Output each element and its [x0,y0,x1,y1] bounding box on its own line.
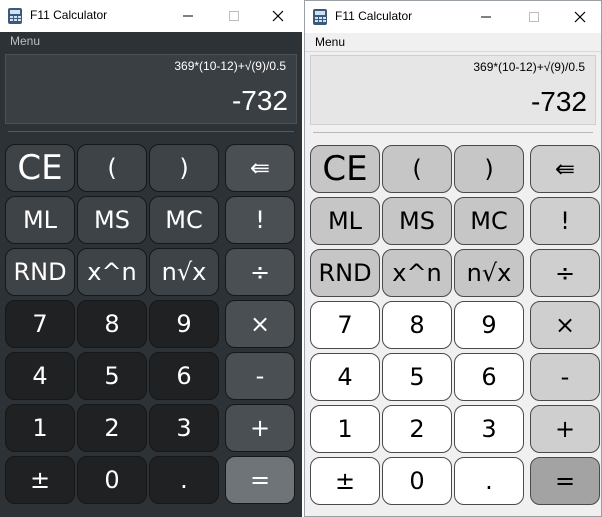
memory-clear-button[interactable]: MC [454,197,524,245]
multiply-button[interactable]: × [530,301,600,349]
digit-8-button[interactable]: 8 [382,301,452,349]
close-button[interactable] [557,1,601,33]
digit-6-button[interactable]: 6 [454,353,524,401]
add-button[interactable]: + [530,405,600,453]
clear-entry-button[interactable]: CE [310,145,380,193]
display-panel: 369*(10-12)+√(9)/0.5 -732 [310,55,596,125]
decimal-point-button[interactable]: . [149,456,219,504]
maximize-button[interactable] [511,1,557,33]
digit-3-button[interactable]: 3 [454,405,524,453]
sign-toggle-button[interactable]: ± [5,456,75,504]
digit-1-button[interactable]: 1 [310,405,380,453]
backspace-button[interactable]: ⇚ [225,144,295,192]
close-icon [574,11,586,23]
calculator-icon [8,8,22,24]
memory-load-button[interactable]: ML [310,197,380,245]
random-button[interactable]: RND [310,249,380,297]
divider [313,132,593,133]
close-icon [272,10,284,22]
divide-button[interactable]: ÷ [530,249,600,297]
minimize-icon [183,15,193,17]
memory-load-button[interactable]: ML [5,196,75,244]
minimize-icon [481,16,491,18]
backspace-button[interactable]: ⇚ [530,145,600,193]
digit-5-button[interactable]: 5 [382,353,452,401]
digit-8-button[interactable]: 8 [77,300,147,348]
title-bar[interactable]: F11 Calculator [0,0,302,32]
memory-store-button[interactable]: MS [382,197,452,245]
digit-9-button[interactable]: 9 [149,300,219,348]
add-button[interactable]: + [225,404,295,452]
window-title: F11 Calculator [335,9,413,23]
digit-6-button[interactable]: 6 [149,352,219,400]
close-button[interactable] [255,0,301,32]
calculator-icon [313,9,327,25]
digit-0-button[interactable]: 0 [77,456,147,504]
divider [8,131,294,132]
digit-0-button[interactable]: 0 [382,457,452,505]
nth-root-button[interactable]: n√x [149,248,219,296]
minimize-button[interactable] [165,0,211,32]
expression-display: 369*(10-12)+√(9)/0.5 [174,59,286,73]
digit-4-button[interactable]: 4 [310,353,380,401]
digit-1-button[interactable]: 1 [5,404,75,452]
window-title: F11 Calculator [30,8,108,22]
expression-display: 369*(10-12)+√(9)/0.5 [473,60,585,74]
digit-7-button[interactable]: 7 [310,301,380,349]
equals-button[interactable]: = [225,456,295,504]
memory-store-button[interactable]: MS [77,196,147,244]
digit-9-button[interactable]: 9 [454,301,524,349]
power-button[interactable]: x^n [77,248,147,296]
open-paren-button[interactable]: ( [382,145,452,193]
equals-button[interactable]: = [530,457,600,505]
factorial-button[interactable]: ! [530,197,600,245]
close-paren-button[interactable]: ) [454,145,524,193]
divide-button[interactable]: ÷ [225,248,295,296]
digit-3-button[interactable]: 3 [149,404,219,452]
sign-toggle-button[interactable]: ± [310,457,380,505]
digit-7-button[interactable]: 7 [5,300,75,348]
digit-5-button[interactable]: 5 [77,352,147,400]
subtract-button[interactable]: - [530,353,600,401]
subtract-button[interactable]: - [225,352,295,400]
menu-item-menu[interactable]: Menu [315,35,345,49]
minimize-button[interactable] [463,1,509,33]
result-display: -732 [530,86,587,117]
menu-item-menu[interactable]: Menu [10,34,40,48]
decimal-point-button[interactable]: . [454,457,524,505]
memory-clear-button[interactable]: MC [149,196,219,244]
menu-bar: Menu [305,33,601,52]
maximize-icon [529,12,539,22]
power-button[interactable]: x^n [382,249,452,297]
nth-root-button[interactable]: n√x [454,249,524,297]
calculator-window-light: F11 Calculator Menu 369*(10-12)+√(9)/0.5… [304,0,602,517]
calculator-window-dark: F11 Calculator Menu 369*(10-12)+√(9)/0.5… [0,0,302,517]
menu-bar: Menu [0,32,302,50]
digit-2-button[interactable]: 2 [382,405,452,453]
close-paren-button[interactable]: ) [149,144,219,192]
digit-4-button[interactable]: 4 [5,352,75,400]
maximize-icon [229,11,239,21]
multiply-button[interactable]: × [225,300,295,348]
result-display: -732 [231,85,288,116]
maximize-button[interactable] [211,0,257,32]
clear-entry-button[interactable]: CE [5,144,75,192]
open-paren-button[interactable]: ( [77,144,147,192]
digit-2-button[interactable]: 2 [77,404,147,452]
factorial-button[interactable]: ! [225,196,295,244]
random-button[interactable]: RND [5,248,75,296]
title-bar[interactable]: F11 Calculator [305,1,601,33]
display-panel: 369*(10-12)+√(9)/0.5 -732 [5,54,297,124]
